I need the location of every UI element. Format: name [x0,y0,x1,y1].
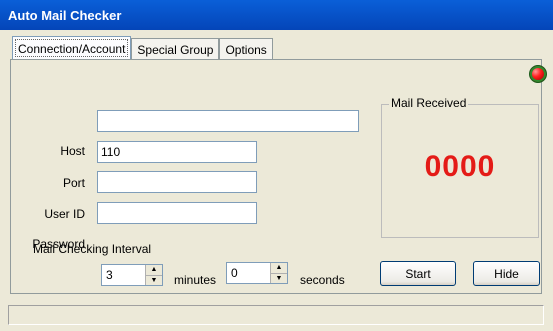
spin-down-icon[interactable]: ▼ [271,274,287,284]
spin-up-icon[interactable]: ▲ [146,265,162,276]
user-id-label: User ID [44,207,85,221]
interval-label: Mail Checking Interval [33,242,152,256]
user-id-input[interactable] [97,171,257,193]
tab-connection-account[interactable]: Connection/Account [12,36,132,60]
tab-options[interactable]: Options [219,38,273,60]
tab-strip: Connection/Account Special Group Options [12,36,273,60]
minutes-spinner[interactable]: 3 ▲ ▼ [101,264,163,286]
minutes-value: 3 [106,268,113,282]
mail-received-count: 0000 [424,150,496,183]
password-input[interactable] [97,202,257,224]
mail-received-label: Mail Received [389,96,469,110]
port-label: Port [62,176,85,190]
start-button[interactable]: Start [380,261,456,286]
window-title: Auto Mail Checker [8,8,122,23]
seconds-value: 0 [231,266,238,280]
seconds-spinner[interactable]: 0 ▲ ▼ [226,262,288,284]
minutes-unit-label: minutes [174,273,217,287]
red-led-icon [529,65,547,83]
host-label: Host [60,144,85,158]
spin-down-icon[interactable]: ▼ [146,276,162,286]
host-input[interactable] [97,110,359,132]
hide-button[interactable]: Hide [473,261,540,286]
spin-up-icon[interactable]: ▲ [271,263,287,274]
status-bar [8,305,544,325]
tab-special-group[interactable]: Special Group [131,38,220,60]
seconds-unit-label: seconds [300,273,345,287]
title-bar[interactable]: Auto Mail Checker [0,0,553,30]
port-input[interactable]: 110 [97,141,257,163]
